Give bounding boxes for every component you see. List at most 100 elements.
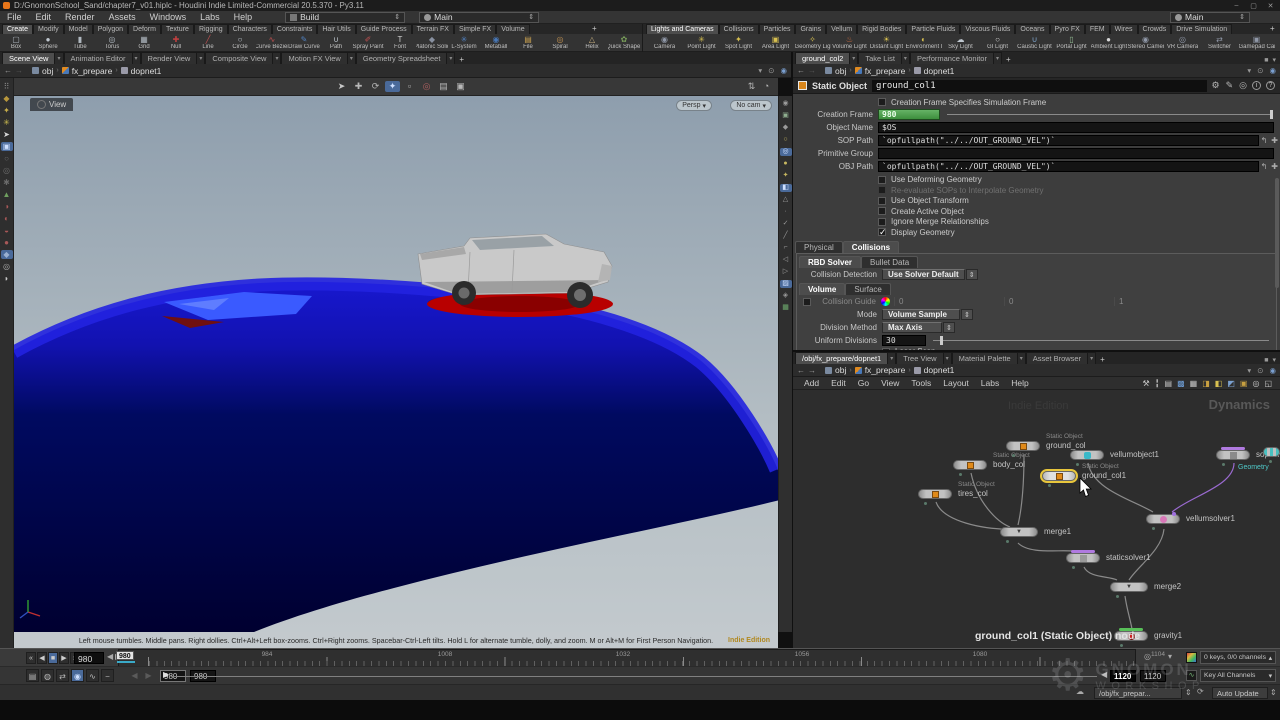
zoom-timeline-icon[interactable]: ◎ <box>1144 652 1151 661</box>
tool-volume-light[interactable]: ♨Volume Light <box>831 34 868 52</box>
mode-dropdown[interactable]: Volume Sample <box>882 309 960 320</box>
tool-null[interactable]: ✚Null <box>160 34 192 52</box>
laser-scan-checkbox[interactable]: Laser Scan <box>882 347 1276 351</box>
checkbox-box[interactable] <box>878 197 886 205</box>
tab-physical[interactable]: Physical <box>795 241 843 253</box>
keyframe-icon[interactable] <box>1186 652 1197 663</box>
shelf-tab[interactable]: FEM <box>1085 24 1110 34</box>
tab-bullet-data[interactable]: Bullet Data <box>861 256 918 268</box>
help-icon[interactable]: ? <box>1266 81 1275 90</box>
checkbox-box[interactable] <box>878 228 886 236</box>
pane-maximize-icon[interactable]: ■ <box>1264 357 1268 364</box>
network-menu-item[interactable]: Go <box>852 378 875 388</box>
tool-caustic-light[interactable]: ∪Caustic Light <box>1016 34 1053 52</box>
tab-rbd-solver[interactable]: RBD Solver <box>799 256 861 268</box>
shelf-tool-icon[interactable]: ◆ <box>1 94 13 103</box>
vp-layout-icon[interactable]: ⇅ <box>744 81 759 92</box>
node-ground-col[interactable]: Static Object ground_col <box>1006 441 1040 451</box>
menu-item[interactable]: Windows <box>143 12 194 22</box>
gear-icon[interactable]: ⚙ <box>1212 80 1220 91</box>
step-back-button[interactable]: ◀ <box>37 652 47 664</box>
node-vellumobject1[interactable]: vellumobject1 <box>1070 450 1104 460</box>
net-swatch3-icon[interactable]: ◩ <box>1227 379 1235 388</box>
node-merge1[interactable]: ▼ merge1 <box>1000 527 1034 537</box>
jump-start-button[interactable]: « <box>26 652 36 664</box>
breadcrumb-leaf[interactable]: dopnet1 <box>131 66 162 76</box>
shelf-tab[interactable]: Polygon <box>93 24 128 34</box>
frame-display-icon[interactable]: ⌐ <box>780 244 792 252</box>
vp-handles-icon[interactable]: ✦ <box>385 81 400 92</box>
viewport-view-tab[interactable]: View <box>30 98 73 111</box>
forward-icon[interactable]: → <box>808 366 816 375</box>
shelf-tab[interactable]: Pyro FX <box>1050 24 1085 34</box>
node-body[interactable] <box>1146 514 1180 524</box>
vp-render-icon[interactable]: ▤ <box>436 81 451 92</box>
pane-tab[interactable]: Scene View <box>2 52 55 64</box>
shelf-tab[interactable]: Model <box>64 24 93 34</box>
tab-menu-icon[interactable]: ▾ <box>944 352 952 364</box>
param-scrollbar[interactable] <box>1275 178 1279 288</box>
checkbox-box[interactable] <box>878 218 886 226</box>
shelf-tab[interactable]: Oceans <box>1015 24 1049 34</box>
tool-curve-bezier[interactable]: ∿Curve Bezier <box>256 34 288 52</box>
checkbox-box[interactable] <box>878 207 886 215</box>
lightbulb-icon[interactable]: ○ <box>780 136 792 144</box>
normals-icon[interactable]: ✓ <box>780 220 792 228</box>
tool-helix[interactable]: △Helix <box>576 34 608 52</box>
shelf-tab[interactable]: Simple FX <box>454 24 496 34</box>
net-find-icon[interactable]: ◎ <box>1252 379 1259 388</box>
shelf-tab[interactable]: Viscous Fluids <box>960 24 1015 34</box>
tool-quick-shapes[interactable]: ✿Quick Shapes <box>608 34 640 52</box>
vp-box-select-icon[interactable]: ▫ <box>402 81 417 92</box>
menu-item[interactable]: Labs <box>193 12 227 22</box>
snap-prim-icon[interactable]: ◒ <box>1 226 13 235</box>
breadcrumb-mid[interactable]: fx_prepare <box>72 66 113 76</box>
add-pane-tab-button[interactable]: + <box>1002 55 1015 64</box>
stepper-icon[interactable]: ⇕ <box>394 13 400 21</box>
tool-tube[interactable]: ▮Tube <box>64 34 96 52</box>
creation-frame-slider[interactable] <box>947 114 1273 115</box>
pane-tab[interactable]: Performance Monitor <box>910 52 994 64</box>
shelf-tab[interactable]: Lights and Cameras <box>646 24 719 34</box>
pin-icon[interactable]: ⊙ <box>1257 66 1263 75</box>
snap-grid-icon[interactable]: ◑ <box>1 202 13 211</box>
pane-tab[interactable]: Tree View <box>896 352 943 364</box>
tool-spiral[interactable]: ◎Spiral <box>544 34 576 52</box>
shelf-tab[interactable]: Volume <box>496 24 529 34</box>
revert-icon[interactable]: ↰ <box>1261 136 1268 145</box>
node-name-field[interactable]: ground_col1 <box>872 80 1207 92</box>
select-arrow-icon[interactable]: ➤ <box>1 130 13 139</box>
stepper-icon[interactable]: ⇕ <box>528 13 534 21</box>
context-path-dropdown[interactable]: /obj/fx_prepar... <box>1094 687 1182 699</box>
add-shelf-tab-button[interactable]: + <box>588 24 601 33</box>
node-body[interactable] <box>1006 441 1040 451</box>
shelf-tab[interactable]: Hair Utils <box>317 24 355 34</box>
tab-menu-icon[interactable]: ▾ <box>850 52 858 64</box>
revert-icon[interactable]: ↰ <box>1261 162 1268 171</box>
node-body[interactable] <box>918 489 952 499</box>
range-slider-handle[interactable]: ▶ <box>163 670 169 679</box>
audio-icon[interactable]: ◍ <box>41 669 54 682</box>
node-body[interactable] <box>1216 450 1250 460</box>
dash-icon[interactable]: − <box>101 669 114 682</box>
tool-font[interactable]: TFont <box>384 34 416 52</box>
breadcrumb-mid[interactable]: fx_prepare <box>865 66 906 76</box>
network-menu-item[interactable]: Add <box>798 378 825 388</box>
info-icon[interactable]: i <box>1252 81 1261 90</box>
main-desktop-combo[interactable]: Main ⇕ <box>1170 12 1250 23</box>
tool-grid[interactable]: ▦Grid <box>128 34 160 52</box>
pane-menu-icon[interactable]: ▾ <box>1272 356 1276 364</box>
param-checkbox[interactable]: Ignore Merge Relationships <box>878 217 1280 228</box>
tool-area-light[interactable]: ▣Area Light <box>757 34 794 52</box>
desktop-combo[interactable]: Build ⇕ <box>285 12 405 23</box>
net-stats-icon[interactable]: ╏ <box>1155 379 1160 388</box>
flipbook-icon[interactable]: ▤ <box>26 669 39 682</box>
vp-camera-icon[interactable]: ▣ <box>453 81 468 92</box>
range-left-cap[interactable]: ◀ <box>1101 670 1107 679</box>
tool-torus[interactable]: ◎Torus <box>96 34 128 52</box>
refresh-icon[interactable]: ⟳ <box>1197 687 1204 696</box>
forward-icon[interactable]: → <box>808 66 816 75</box>
range-wave-icon[interactable]: ∿ <box>86 669 99 682</box>
shelf-tab[interactable]: Deform <box>128 24 161 34</box>
main-combo[interactable]: Main ⇕ <box>419 12 539 23</box>
